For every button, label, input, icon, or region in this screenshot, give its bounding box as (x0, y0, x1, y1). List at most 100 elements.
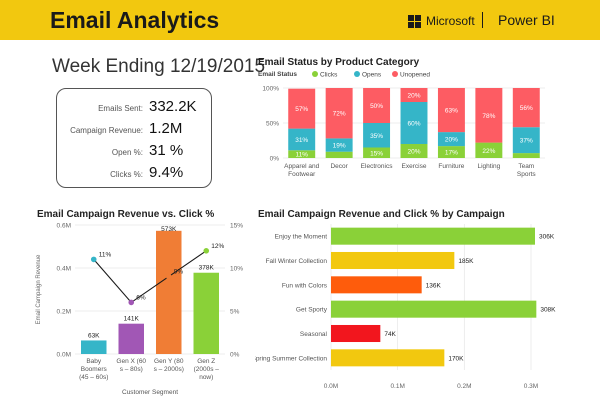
campaign-bar (331, 276, 422, 294)
data-label: 11% (295, 152, 308, 159)
x-tick-label: Baby (86, 358, 102, 365)
click-pct-point (128, 299, 135, 306)
kpi-value: 9.4% (149, 164, 184, 181)
x-tick-label: Gen Y (80 (154, 358, 184, 365)
report-title: Email Analytics (50, 7, 220, 33)
kpi-value: 332.2K (149, 98, 197, 115)
x-tick-label: s – 2000s) (154, 366, 184, 373)
y-tick-label-left: 0.2M (57, 309, 71, 316)
data-label: 50% (370, 103, 383, 110)
x-tick-label: Boomers (81, 366, 108, 373)
data-label: 22% (482, 148, 495, 155)
bar-data-label: 185K (458, 258, 474, 265)
data-label: 63% (445, 108, 458, 115)
x-tick-label: Gen Z (197, 358, 215, 365)
data-label: 60% (407, 121, 420, 128)
bar-segment (512, 153, 540, 158)
line-data-label: 12% (211, 243, 224, 250)
segment-bar (118, 323, 144, 354)
y-tick-label-right: 5% (230, 309, 240, 316)
x-tick-label: 0.2M (457, 383, 471, 390)
y-tick-label: Fall Winter Collection (266, 258, 328, 265)
segment-bar (193, 272, 219, 354)
microsoft-brand: Microsoft (408, 14, 475, 28)
x-tick-label: now) (199, 374, 213, 381)
x-tick-label: 0.3M (524, 383, 538, 390)
x-tick-label: (45 – 60s) (79, 374, 108, 381)
x-tick-label: Apparel and (284, 163, 319, 170)
data-label: 20% (407, 93, 420, 100)
data-label: 20% (407, 149, 420, 156)
legend-swatch (354, 71, 360, 77)
status-chart-title: Email Status by Product Category (258, 57, 420, 68)
data-label: 20% (445, 137, 458, 144)
header-divider (482, 12, 483, 28)
campaign-chart-title: Email Campaign Revenue and Click % by Ca… (258, 209, 505, 220)
x-tick-label: Sports (517, 171, 537, 178)
data-label: 35% (370, 133, 383, 140)
y-tick-label: Get Sporty (296, 307, 328, 314)
segment-bar (81, 340, 107, 354)
y-tick-label: Spring Summer Collection (255, 355, 327, 362)
x-tick-label: 0.1M (390, 383, 404, 390)
campaign-bar (331, 349, 445, 367)
x-tick-label: (2000s – (194, 366, 220, 373)
legend-swatch (312, 71, 318, 77)
bar-data-label: 141K (124, 316, 140, 323)
x-tick-label: Electronics (361, 163, 394, 170)
line-data-label: 9% (174, 269, 184, 276)
data-label: 37% (520, 138, 533, 145)
y-tick-label-right: 10% (230, 266, 243, 273)
data-label: 31% (295, 137, 308, 144)
bar-data-label: 308K (540, 307, 556, 314)
kpi-campaign-revenue: Campaign Revenue: 1.2M (57, 119, 213, 139)
x-tick-label: Exercise (402, 163, 427, 170)
kpi-value: 31 % (149, 142, 184, 159)
bar-data-label: 306K (539, 234, 555, 241)
line-data-label: 6% (136, 294, 146, 301)
microsoft-logo-icon (408, 14, 421, 28)
legend-title: Email Status (258, 71, 297, 78)
powerbi-label: Power BI (498, 12, 555, 28)
data-label: 72% (333, 111, 346, 118)
kpi-label: Open %: (111, 148, 143, 157)
bar-data-label: 63K (88, 332, 100, 339)
x-tick-label: Lighting (477, 163, 500, 170)
click-pct-point (203, 248, 210, 254)
kpi-clicks-pct: Clicks %: 9.4% (57, 163, 213, 183)
x-tick-label: 0.0M (324, 383, 338, 390)
bar-data-label: 573K (161, 226, 177, 233)
revenue-vs-click-chart: 0.0M 0.2M 0.4M 0.6M 0% 5% 10% 15% Email Campaign… (36, 223, 243, 397)
segment-bar (156, 230, 182, 354)
campaign-bar (331, 300, 537, 318)
data-label: 78% (482, 113, 495, 120)
report-header: Email Analytics Microsoft Power BI (0, 0, 600, 40)
data-label: 19% (333, 143, 346, 150)
y-tick-label-left: 0.6M (57, 223, 71, 230)
kpi-label: Clicks %: (110, 170, 143, 179)
y-tick-label-left: 0.4M (57, 266, 71, 273)
x-tick-label: Team (518, 163, 534, 170)
y-tick-label: Seasonal (300, 331, 328, 338)
campaign-bar (331, 251, 455, 270)
x-tick-label: Footwear (288, 171, 316, 178)
kpi-value: 1.2M (149, 120, 183, 137)
y-tick-label-right: 0% (230, 352, 240, 359)
legend-swatch (392, 71, 398, 77)
click-pct-line (93, 250, 207, 304)
bar-data-label: 74K (384, 331, 396, 338)
bar-data-label: 136K (426, 282, 442, 289)
campaign-bar (331, 227, 535, 245)
legend-label: Opens (362, 72, 382, 79)
x-tick-label: s – 80s) (120, 366, 143, 373)
kpi-card: Emails Sent: 332.2K Campaign Revenue: 1.… (56, 88, 212, 188)
bar-segment (325, 151, 353, 158)
y-tick-label: 0% (270, 156, 280, 163)
bar-data-label: 378K (199, 265, 215, 272)
y-axis-title: Email Campaign Revenue (36, 254, 42, 324)
x-tick-label: Gen X (60 (116, 358, 146, 365)
week-ending-label: Week Ending 12/19/2015 (52, 56, 266, 77)
campaign-revenue-chart: 0.0M 0.1M 0.2M 0.3M 306K Enjoy the Moment 185K… (255, 224, 556, 390)
kpi-label: Emails Sent: (98, 104, 143, 113)
kpi-emails-sent: Emails Sent: 332.2K (57, 97, 213, 117)
